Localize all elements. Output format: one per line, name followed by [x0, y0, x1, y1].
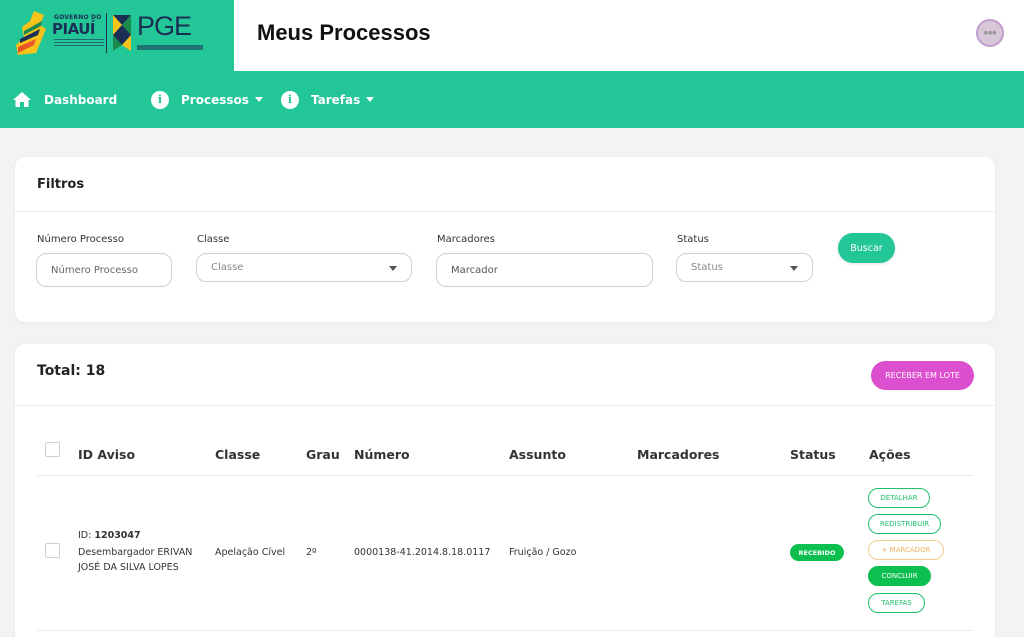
- add-marcador-button[interactable]: + MARCADOR: [868, 540, 944, 560]
- info-icon: i: [151, 90, 169, 109]
- numero-processo-input[interactable]: Número Processo: [36, 253, 172, 287]
- logo-separator: [106, 13, 107, 53]
- buscar-button[interactable]: Buscar: [838, 233, 895, 263]
- column-header-numero[interactable]: Número: [354, 447, 410, 462]
- numero-cell: 0000138-41.2014.8.18.0117: [354, 547, 491, 558]
- status-label: Status: [677, 234, 709, 245]
- responsavel-line2: JOSÉ DA SILVA LOPES: [78, 562, 179, 573]
- marcadores-label: Marcadores: [437, 234, 495, 245]
- numero-processo-label: Número Processo: [37, 234, 124, 245]
- column-header-assunto[interactable]: Assunto: [509, 447, 566, 462]
- page-title: Meus Processos: [257, 20, 431, 45]
- header-row-divider: [37, 475, 973, 476]
- column-header-id-aviso[interactable]: ID Aviso: [78, 447, 135, 462]
- classe-placeholder: Classe: [211, 262, 244, 273]
- app-header: GOVERNO DO PIAUÍ PGE Meus Processos ●●●: [0, 0, 1024, 71]
- marcador-input[interactable]: Marcador: [436, 253, 653, 287]
- id-prefix: ID:: [78, 530, 92, 541]
- results-card: Total: 18 RECEBER EM LOTE ID Aviso Class…: [15, 344, 995, 637]
- user-avatar[interactable]: ●●●: [976, 19, 1004, 47]
- column-header-classe[interactable]: Classe: [215, 447, 260, 462]
- logo-org-text: PGE: [137, 11, 192, 41]
- status-select[interactable]: Status: [676, 253, 813, 282]
- classe-cell: Apelação Cível: [215, 547, 286, 558]
- column-header-marcadores[interactable]: Marcadores: [637, 447, 720, 462]
- column-header-acoes: Ações: [869, 447, 911, 462]
- nav-item-label: Dashboard: [44, 92, 118, 107]
- logo-state-text: PIAUÍ: [52, 20, 95, 38]
- status-placeholder: Status: [691, 262, 723, 273]
- total-count: Total: 18: [37, 363, 106, 379]
- logo-subtitle-decoration: [54, 39, 104, 46]
- row-select-checkbox[interactable]: [45, 543, 60, 558]
- filters-card: Filtros Número Processo Número Processo …: [15, 157, 995, 322]
- classe-select[interactable]: Classe: [196, 253, 412, 282]
- tarefas-button[interactable]: TAREFAS: [868, 593, 925, 613]
- classe-label: Classe: [197, 234, 230, 245]
- results-divider: [15, 405, 995, 406]
- filters-divider: [15, 211, 995, 212]
- nav-item-label: Tarefas: [311, 92, 361, 107]
- assunto-cell: Fruição / Gozo: [509, 547, 577, 558]
- redistribuir-button[interactable]: REDISTRIBUIR: [868, 514, 941, 534]
- numero-processo-placeholder: Número Processo: [51, 264, 138, 276]
- info-icon: i: [281, 90, 299, 109]
- id-value: 1203047: [94, 530, 141, 541]
- piaui-map-logo-icon: [16, 11, 46, 55]
- id-aviso-cell: ID: 1203047: [78, 530, 141, 541]
- logo-org-subtitle-decoration: [137, 45, 203, 50]
- chevron-down-icon: [790, 265, 798, 271]
- detalhar-button[interactable]: DETALHAR: [868, 488, 930, 508]
- chevron-down-icon: [254, 97, 263, 102]
- home-icon: [12, 91, 32, 108]
- main-nav: Dashboard i Processos i Tarefas: [0, 71, 1024, 128]
- row-divider: [37, 630, 973, 631]
- grau-cell: 2º: [306, 547, 317, 558]
- filters-title: Filtros: [37, 177, 85, 192]
- responsavel-line1: Desembargador ERIVAN: [78, 547, 193, 558]
- column-header-grau[interactable]: Grau: [306, 447, 340, 462]
- select-all-checkbox[interactable]: [45, 442, 60, 457]
- nav-item-label: Processos: [181, 92, 249, 107]
- chevron-down-icon: [366, 97, 375, 102]
- nav-item-processos[interactable]: i Processos: [151, 71, 263, 128]
- marcador-placeholder: Marcador: [451, 264, 498, 276]
- status-badge: RECEBIDO: [790, 544, 844, 561]
- avatar-image-icon: ●●●: [983, 30, 997, 36]
- chevron-down-icon: [389, 265, 397, 271]
- concluir-button[interactable]: CONCLUIR: [868, 566, 931, 586]
- receber-em-lote-button[interactable]: RECEBER EM LOTE: [871, 361, 974, 390]
- column-header-status[interactable]: Status: [790, 447, 836, 462]
- logo-area[interactable]: GOVERNO DO PIAUÍ PGE: [0, 0, 234, 71]
- nav-item-dashboard[interactable]: Dashboard: [12, 71, 117, 128]
- nav-item-tarefas[interactable]: i Tarefas: [281, 71, 375, 128]
- pge-emblem-icon: [113, 15, 131, 51]
